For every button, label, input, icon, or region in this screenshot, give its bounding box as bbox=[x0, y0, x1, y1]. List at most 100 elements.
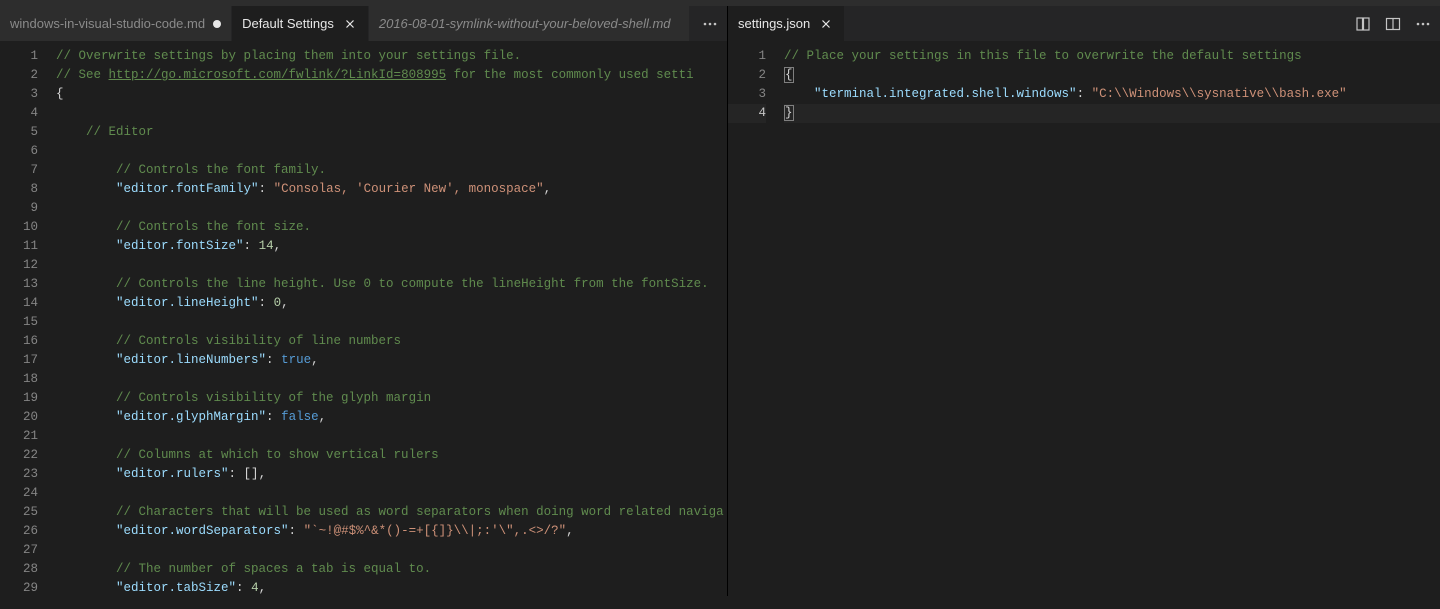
brace-token: } bbox=[784, 105, 794, 121]
code-token: 14 bbox=[259, 239, 274, 253]
code-line[interactable]: // Controls visibility of line numbers bbox=[56, 332, 727, 351]
status-bar bbox=[0, 596, 1440, 609]
code-line[interactable] bbox=[56, 313, 727, 332]
code-token: // Place your settings in this file to o… bbox=[784, 49, 1302, 63]
code-token: // Columns at which to show vertical rul… bbox=[116, 448, 439, 462]
close-icon[interactable] bbox=[342, 16, 358, 32]
code-line[interactable] bbox=[56, 541, 727, 560]
dirty-indicator-icon bbox=[213, 20, 221, 28]
line-number: 4 bbox=[728, 104, 766, 123]
code-area-left[interactable]: // Overwrite settings by placing them in… bbox=[56, 41, 727, 596]
code-token: { bbox=[56, 87, 64, 101]
tab-bar-right: settings.json bbox=[728, 6, 1440, 41]
code-line[interactable]: // Editor bbox=[56, 123, 727, 142]
code-line[interactable]: "terminal.integrated.shell.windows": "C:… bbox=[784, 85, 1440, 104]
editor-right[interactable]: 1234 // Place your settings in this file… bbox=[728, 41, 1440, 596]
code-line[interactable]: "editor.fontSize": 14, bbox=[56, 237, 727, 256]
code-line[interactable]: // Characters that will be used as word … bbox=[56, 503, 727, 522]
code-line[interactable] bbox=[56, 142, 727, 161]
close-icon[interactable] bbox=[818, 16, 834, 32]
tab-windows-in-visual-studio-code-md[interactable]: windows-in-visual-studio-code.md bbox=[0, 6, 232, 41]
code-token: // See bbox=[56, 68, 109, 82]
code-line[interactable]: "editor.lineNumbers": true, bbox=[56, 351, 727, 370]
code-token: for the most commonly used setti bbox=[446, 68, 694, 82]
code-token: , bbox=[274, 239, 282, 253]
code-token: : bbox=[289, 524, 304, 538]
code-line[interactable] bbox=[56, 199, 727, 218]
split-editor-icon[interactable] bbox=[1382, 13, 1404, 35]
tab-default-settings[interactable]: Default Settings bbox=[232, 6, 369, 41]
code-line[interactable]: "editor.fontFamily": "Consolas, 'Courier… bbox=[56, 180, 727, 199]
code-line[interactable]: // Columns at which to show vertical rul… bbox=[56, 446, 727, 465]
tab-2016-08-01-symlink-without-your-beloved-shell-md[interactable]: 2016-08-01-symlink-without-your-beloved-… bbox=[369, 6, 690, 41]
code-line[interactable]: "editor.glyphMargin": false, bbox=[56, 408, 727, 427]
code-line[interactable]: // Controls the font family. bbox=[56, 161, 727, 180]
line-number: 3 bbox=[728, 85, 766, 104]
code-line[interactable]: // The number of spaces a tab is equal t… bbox=[56, 560, 727, 579]
line-numbers-left: 1234567891011121314151617181920212223242… bbox=[0, 41, 56, 596]
code-token: , bbox=[311, 353, 319, 367]
line-number: 20 bbox=[0, 408, 38, 427]
line-number: 10 bbox=[0, 218, 38, 237]
line-number: 15 bbox=[0, 313, 38, 332]
code-token: "C:\\Windows\\sysnative\\bash.exe" bbox=[1092, 87, 1347, 101]
tab-label: Default Settings bbox=[242, 16, 334, 31]
code-line[interactable]: // Controls the line height. Use 0 to co… bbox=[56, 275, 727, 294]
code-token: http://go.microsoft.com/fwlink/?LinkId=8… bbox=[109, 68, 447, 82]
tab-label: settings.json bbox=[738, 16, 810, 31]
code-line[interactable] bbox=[56, 370, 727, 389]
more-actions-icon[interactable] bbox=[699, 13, 721, 35]
code-token: : bbox=[259, 182, 274, 196]
line-numbers-right: 1234 bbox=[728, 41, 784, 596]
tab-settings-json[interactable]: settings.json bbox=[728, 6, 845, 41]
code-token: "editor.fontFamily" bbox=[116, 182, 259, 196]
editor-left[interactable]: 1234567891011121314151617181920212223242… bbox=[0, 41, 727, 596]
code-line[interactable]: // Overwrite settings by placing them in… bbox=[56, 47, 727, 66]
tab-actions-right bbox=[1352, 6, 1434, 41]
code-token: : bbox=[266, 410, 281, 424]
code-line[interactable] bbox=[56, 427, 727, 446]
line-number: 7 bbox=[0, 161, 38, 180]
line-number: 25 bbox=[0, 503, 38, 522]
code-token: "Consolas, 'Courier New', monospace" bbox=[274, 182, 544, 196]
code-line[interactable] bbox=[56, 104, 727, 123]
editor-group-right: settings.json 1234 // Place your setting… bbox=[728, 6, 1440, 596]
line-number: 23 bbox=[0, 465, 38, 484]
tab-label: windows-in-visual-studio-code.md bbox=[10, 16, 205, 31]
code-token: , bbox=[544, 182, 552, 196]
code-token: "editor.lineNumbers" bbox=[116, 353, 266, 367]
code-line[interactable]: { bbox=[56, 85, 727, 104]
code-line[interactable]: "editor.tabSize": 4, bbox=[56, 579, 727, 596]
code-line[interactable]: // See http://go.microsoft.com/fwlink/?L… bbox=[56, 66, 727, 85]
workbench: windows-in-visual-studio-code.md Default … bbox=[0, 6, 1440, 596]
line-number: 29 bbox=[0, 579, 38, 596]
code-line[interactable]: "editor.wordSeparators": "`~!@#$%^&*()-=… bbox=[56, 522, 727, 541]
code-line[interactable]: } bbox=[784, 104, 1440, 123]
code-token: : bbox=[236, 581, 251, 595]
code-token: false bbox=[281, 410, 319, 424]
code-token: "editor.glyphMargin" bbox=[116, 410, 266, 424]
code-line[interactable] bbox=[56, 484, 727, 503]
code-token: : bbox=[259, 296, 274, 310]
code-token: , bbox=[259, 581, 267, 595]
tab-bar-left: windows-in-visual-studio-code.md Default … bbox=[0, 6, 727, 41]
code-line[interactable]: // Place your settings in this file to o… bbox=[784, 47, 1440, 66]
code-token: : bbox=[1077, 87, 1092, 101]
line-number: 4 bbox=[0, 104, 38, 123]
line-number: 1 bbox=[0, 47, 38, 66]
tab-actions-left bbox=[699, 6, 721, 41]
code-token: "terminal.integrated.shell.windows" bbox=[814, 87, 1077, 101]
compare-changes-icon[interactable] bbox=[1352, 13, 1374, 35]
code-line[interactable]: // Controls visibility of the glyph marg… bbox=[56, 389, 727, 408]
code-line[interactable]: // Controls the font size. bbox=[56, 218, 727, 237]
code-token: // Overwrite settings by placing them in… bbox=[56, 49, 521, 63]
code-line[interactable]: { bbox=[784, 66, 1440, 85]
code-line[interactable]: "editor.rulers": [], bbox=[56, 465, 727, 484]
code-area-right[interactable]: // Place your settings in this file to o… bbox=[784, 41, 1440, 596]
code-token: // Controls the font size. bbox=[116, 220, 311, 234]
code-line[interactable]: "editor.lineHeight": 0, bbox=[56, 294, 727, 313]
line-number: 19 bbox=[0, 389, 38, 408]
more-actions-icon[interactable] bbox=[1412, 13, 1434, 35]
line-number: 26 bbox=[0, 522, 38, 541]
code-line[interactable] bbox=[56, 256, 727, 275]
